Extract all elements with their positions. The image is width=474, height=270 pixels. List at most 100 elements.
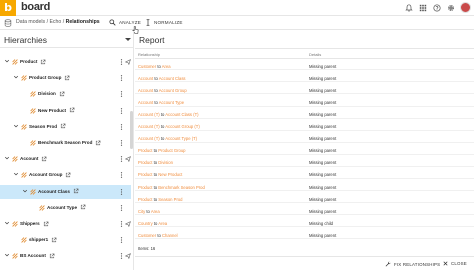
open-external-icon[interactable] [65,172,71,178]
open-external-icon[interactable] [49,253,55,259]
tree-item[interactable]: Season Prod [0,120,131,134]
logo[interactable]: b [0,0,16,16]
open-external-icon[interactable] [40,59,46,65]
relationship-from-link[interactable]: Customer [138,64,156,69]
open-external-icon[interactable] [43,221,49,227]
relationship-to-link[interactable]: Account Group [159,88,187,93]
tree-item[interactable]: Account Group [0,168,131,182]
open-external-icon[interactable] [51,237,57,243]
relationship-from-link[interactable]: Country [138,221,153,226]
relationship-from-link[interactable]: Customer [138,233,156,238]
details-cell: Missing parent [309,208,337,214]
relationship-from-link[interactable]: Product [138,160,152,165]
more-vert-icon[interactable] [120,220,123,228]
open-external-icon[interactable] [60,123,66,129]
tree-item[interactable]: Account Class [0,184,131,199]
fix-relationships-button[interactable]: FIX RELATIONSHIPS [385,261,440,267]
tree-item[interactable]: shipper1 [0,233,131,247]
tree-item[interactable]: Division [0,87,131,101]
relationship-to-link[interactable]: Account Type (T) [165,136,197,141]
breadcrumb-echo[interactable]: Echo [49,19,61,25]
relationship-to-link[interactable]: Area [162,64,171,69]
chevron-down-icon[interactable] [13,74,19,80]
more-vert-icon[interactable] [120,252,123,260]
chevron-down-icon[interactable] [22,188,28,194]
more-vert-icon[interactable] [120,155,123,163]
send-icon[interactable] [125,220,131,227]
normalize-button[interactable]: NORMALIZE [145,19,183,26]
send-icon[interactable] [125,58,131,65]
relationship-to-link[interactable]: Benchmark Season Prod [158,185,205,190]
relationship-to-link[interactable]: Area [151,209,160,214]
more-vert-icon[interactable] [120,123,123,131]
relationship-to-link[interactable]: Account Type [159,100,184,105]
relationship-to-link[interactable]: Account Class (T) [165,112,198,117]
relationship-to-link[interactable]: Division [158,160,173,165]
more-vert-icon[interactable] [120,58,123,66]
tree-item[interactable]: Product [0,55,131,69]
open-external-icon[interactable] [64,75,70,81]
caret-down-icon[interactable] [125,38,131,41]
relationship-from-link[interactable]: City [138,209,145,214]
relationship-from-link[interactable]: Account (T) [138,112,160,117]
relationship-to-link[interactable]: Season Prod [158,197,182,202]
more-vert-icon[interactable] [120,236,123,244]
avatar[interactable] [460,2,471,13]
tree-item[interactable]: Account [0,152,131,166]
more-vert-icon[interactable] [120,139,123,147]
close-button[interactable]: CLOSE [443,261,467,266]
tree-item[interactable]: New Product [0,104,131,118]
relationship-from-link[interactable]: Account [138,88,153,93]
chevron-down-icon[interactable] [4,155,10,161]
bell-icon[interactable] [404,3,413,12]
more-vert-icon[interactable] [120,90,123,98]
relationship-from-link[interactable]: Account (T) [138,124,160,129]
open-external-icon[interactable] [59,91,65,97]
relationship-to-link[interactable]: Area [158,221,167,226]
relationship-from-link[interactable]: Product [138,148,152,153]
relationship-to-link[interactable]: Channel [162,233,178,238]
chevron-down-icon[interactable] [4,252,10,258]
more-vert-icon[interactable] [120,74,123,82]
tree-item[interactable]: Product Group [0,71,131,85]
chevron-down-icon[interactable] [13,171,19,177]
relationship-from-link[interactable]: Product [138,172,152,177]
open-external-icon[interactable] [69,107,75,113]
relationship-to-link[interactable]: New Product [158,172,182,177]
send-icon[interactable] [125,252,131,259]
open-external-icon[interactable] [41,156,47,162]
more-vert-icon[interactable] [120,188,123,196]
more-vert-icon[interactable] [120,204,123,212]
relationship-from-link[interactable]: Account (T) [138,136,160,141]
entity-node-icon [30,91,36,98]
relationship-from-link[interactable]: Account [138,100,153,105]
relationship-to-link[interactable]: Account Group (T) [165,124,199,129]
relationship-to-link[interactable]: Product Group [158,148,185,153]
tree-item[interactable]: Shippers [0,217,131,231]
relationship-connector: to [153,172,158,178]
open-external-icon[interactable] [80,204,86,210]
chevron-down-icon[interactable] [4,220,10,226]
settings-icon[interactable] [446,3,455,12]
relationship-from-link[interactable]: Product [138,197,152,202]
chevron-down-icon[interactable] [4,58,10,64]
details-cell: Missing parent [309,232,337,238]
breadcrumb-data-models[interactable]: Data models [16,19,45,25]
relationship-from-link[interactable]: Product [138,185,152,190]
chevron-down-icon[interactable] [13,123,19,129]
tree-item[interactable]: Account Type [0,201,131,215]
open-external-icon[interactable] [73,188,79,194]
relationship-to-link[interactable]: Account Class [159,76,186,81]
tree-item[interactable]: Benchmark Season Prod [0,136,131,150]
open-external-icon[interactable] [95,140,101,146]
analyze-button[interactable]: ANALYZE [109,19,141,26]
tree-item[interactable]: BS Account [0,249,131,263]
more-vert-icon[interactable] [120,171,123,179]
tree-item-label: shipper1 [29,237,49,243]
send-icon[interactable] [125,155,131,162]
scrollbar[interactable] [130,111,133,149]
more-vert-icon[interactable] [120,107,123,115]
help-icon[interactable] [432,3,441,12]
relationship-from-link[interactable]: Account [138,76,153,81]
grid-icon[interactable] [418,3,427,12]
